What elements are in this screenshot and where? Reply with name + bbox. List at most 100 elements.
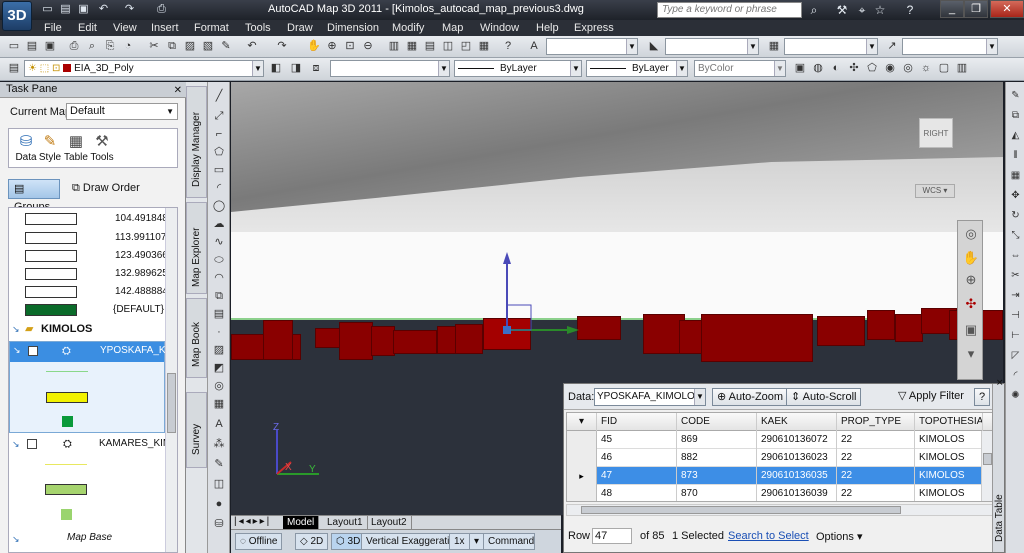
scale-icon[interactable]: ⤡ xyxy=(1008,228,1023,243)
linetype-select[interactable]: ByLayer ▼ xyxy=(454,60,582,77)
sun-icon[interactable]: ☼ xyxy=(918,60,934,76)
subscription-icon[interactable]: ⚒ xyxy=(834,2,850,18)
wcs-menu[interactable]: WCS ▾ xyxy=(915,184,955,198)
text-style-icon[interactable]: A xyxy=(526,38,542,54)
copy-icon[interactable]: ⧉ xyxy=(164,38,180,54)
visual-style-icon[interactable]: ◍ xyxy=(810,60,826,76)
ellipse-arc-icon[interactable]: ◠ xyxy=(211,270,227,286)
undo-icon[interactable]: ↶ xyxy=(96,3,111,16)
menu-view[interactable]: View xyxy=(113,22,137,34)
wipeout-icon[interactable]: ◫ xyxy=(211,476,227,492)
restore-button[interactable]: ❐ xyxy=(964,0,988,18)
collapse-icon[interactable]: ↘ xyxy=(12,435,20,453)
make-block-icon[interactable]: ▤ xyxy=(211,306,227,322)
sort-icon[interactable]: ▾ xyxy=(567,413,597,431)
gizmo[interactable] xyxy=(491,250,591,360)
region-icon[interactable]: ◎ xyxy=(211,378,227,394)
menu-draw[interactable]: Draw xyxy=(287,22,313,34)
multileader-style-icon[interactable]: ↗ xyxy=(884,38,900,54)
polyline-icon[interactable]: ⌐ xyxy=(211,126,227,142)
move-icon[interactable]: ✥ xyxy=(1008,188,1023,203)
arc-icon[interactable]: ◜ xyxy=(211,180,227,196)
layer-match-icon[interactable]: ⧈ xyxy=(308,60,324,76)
menu-modify[interactable]: Modify xyxy=(392,22,424,34)
scrollbar-thumb[interactable] xyxy=(581,506,901,514)
groups-button[interactable]: ▤ Groups xyxy=(8,179,60,213)
match-properties-icon[interactable]: ▧ xyxy=(200,38,216,54)
tab-navigation-icon[interactable]: |◂◂▸▸| xyxy=(234,516,271,527)
minimize-button[interactable]: _ xyxy=(940,0,964,18)
line-icon[interactable]: ╱ xyxy=(211,88,227,104)
camera-icon[interactable]: ◉ xyxy=(882,60,898,76)
column-header[interactable]: TOPOTHESIA xyxy=(915,413,983,431)
copy-object-icon[interactable]: ⧉ xyxy=(1008,108,1023,123)
dimension-style-icon[interactable]: ◣ xyxy=(646,38,662,54)
current-map-select[interactable]: Default ▼ xyxy=(66,103,178,120)
scrollbar-thumb[interactable] xyxy=(983,453,992,465)
chevron-down-icon[interactable]: ▾ xyxy=(469,533,485,550)
search-to-select-link[interactable]: Search to Select xyxy=(728,530,809,542)
tab-survey[interactable]: Survey xyxy=(186,392,207,468)
tool-palettes-icon[interactable]: ▤ xyxy=(422,38,438,54)
plot-preview-icon[interactable]: ⌕ xyxy=(84,38,100,54)
join-icon[interactable]: ⊢ xyxy=(1008,328,1023,343)
layer-row-yposkafa[interactable]: ↘ ⛭ YPOSKAFA_KIM xyxy=(10,342,177,362)
help-icon[interactable]: ? xyxy=(902,2,918,18)
column-header[interactable]: KAEK xyxy=(757,413,837,431)
menu-map[interactable]: Map xyxy=(442,22,463,34)
offset-icon[interactable]: ⫴ xyxy=(1008,148,1023,163)
2d-button[interactable]: ◇ 2D xyxy=(295,533,329,550)
menu-edit[interactable]: Edit xyxy=(78,22,97,34)
mirror-icon[interactable]: ◭ xyxy=(1008,128,1023,143)
tools-tool-button[interactable]: ⚒ Tools xyxy=(87,132,117,163)
menu-tools[interactable]: Tools xyxy=(245,22,271,34)
options-menu[interactable]: Options ▾ xyxy=(816,530,863,543)
application-menu-button[interactable]: 3D xyxy=(2,1,32,31)
rotate-icon[interactable]: ↻ xyxy=(1008,208,1023,223)
column-header[interactable]: PROP_TYPE xyxy=(837,413,915,431)
vertical-exaggeration-select[interactable]: 1x xyxy=(449,533,470,550)
color-select[interactable]: ▼ xyxy=(330,60,450,77)
apply-filter-button[interactable]: ▽ Apply Filter xyxy=(894,388,968,406)
break-icon[interactable]: ⊣ xyxy=(1008,308,1023,323)
column-header[interactable]: FID xyxy=(597,413,677,431)
legend-scrollbar[interactable] xyxy=(165,208,177,552)
plotstyle-select[interactable]: ByColor ▼ xyxy=(694,60,786,77)
cylinder-icon[interactable]: ⛁ xyxy=(211,516,227,532)
quickcalc-icon[interactable]: ▦ xyxy=(476,38,492,54)
new-icon[interactable]: ▭ xyxy=(6,38,22,54)
row-number-input[interactable]: 47 xyxy=(592,528,632,544)
tab-layout2[interactable]: Layout2 xyxy=(367,516,412,529)
rectangle-icon[interactable]: ▭ xyxy=(211,162,227,178)
row-header[interactable] xyxy=(567,449,597,467)
grid-horizontal-scrollbar[interactable] xyxy=(566,504,994,516)
properties-icon[interactable]: ▥ xyxy=(386,38,402,54)
draw-order-button[interactable]: ⧉ Draw Order xyxy=(72,182,140,195)
layer-properties-icon[interactable]: ▤ xyxy=(6,60,22,76)
communication-icon[interactable]: ⌖ xyxy=(854,2,870,18)
3d-dwf-icon[interactable]: ◔ xyxy=(120,38,136,54)
column-header[interactable]: CODE xyxy=(677,413,757,431)
polygon-icon[interactable]: ⬠ xyxy=(211,144,227,160)
favorites-icon[interactable]: ☆ xyxy=(872,2,888,18)
scrollbar-thumb[interactable] xyxy=(167,373,176,433)
collapse-icon[interactable]: ↘ xyxy=(12,320,20,338)
tab-map-book[interactable]: Map Book xyxy=(186,298,207,378)
collapse-icon[interactable]: ↘ xyxy=(13,345,21,356)
pan-icon[interactable]: ✋ xyxy=(962,249,980,267)
paste-icon[interactable]: ▨ xyxy=(182,38,198,54)
orbit-icon[interactable]: ✣ xyxy=(846,60,862,76)
menu-format[interactable]: Format xyxy=(194,22,229,34)
sphere-icon[interactable]: ● xyxy=(211,496,227,512)
array-icon[interactable]: ▦ xyxy=(1008,168,1023,183)
fog-icon[interactable]: ▥ xyxy=(954,60,970,76)
steeringwheel-icon[interactable]: ◎ xyxy=(962,225,980,243)
viewcube[interactable]: RIGHT xyxy=(919,118,953,148)
auto-scroll-button[interactable]: ⇕ Auto-Scroll xyxy=(786,388,862,406)
tab-map-explorer[interactable]: Map Explorer xyxy=(186,202,207,294)
help-button[interactable]: ? xyxy=(974,388,990,406)
plot-icon[interactable]: ⎙ xyxy=(154,3,169,16)
layer-select[interactable]: ☀ ⬚ ⊡ EIA_3D_Poly ▼ xyxy=(24,60,264,77)
table-icon[interactable]: ▦ xyxy=(211,396,227,412)
redo-icon[interactable]: ↷ xyxy=(122,3,137,16)
